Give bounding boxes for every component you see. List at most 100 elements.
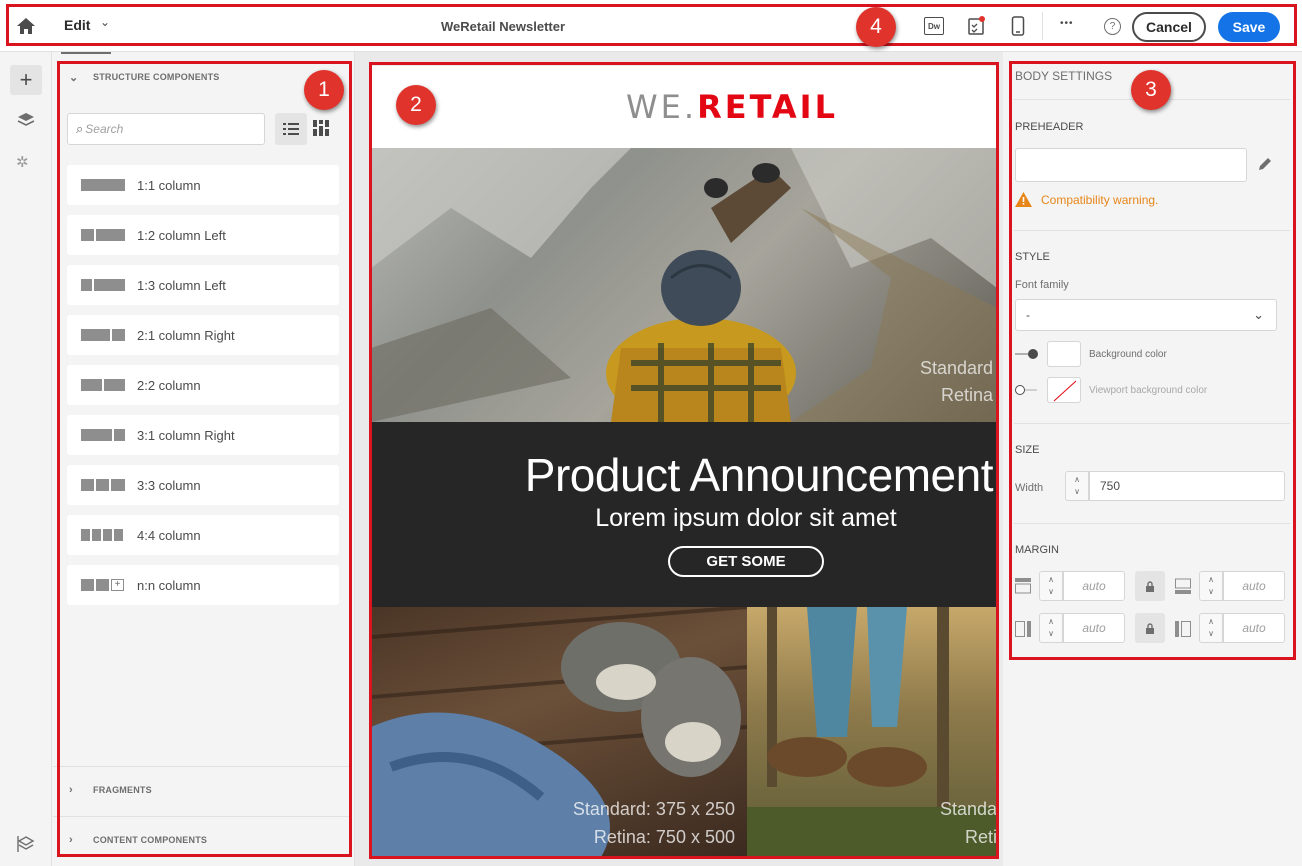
home-icon[interactable] xyxy=(14,14,38,38)
margin-top-icon xyxy=(1015,578,1031,599)
list-item[interactable]: 1:1 column xyxy=(67,165,339,205)
cta-button[interactable]: GET SOME xyxy=(668,546,824,577)
list-item[interactable]: 1:3 column Left xyxy=(67,265,339,305)
column-layout-icon xyxy=(81,429,125,441)
add-components-icon[interactable]: + xyxy=(10,65,42,95)
image-left[interactable]: Standard: 375 x 250 Retina: 750 x 500 xyxy=(371,607,747,857)
logo-retail: RETAIL xyxy=(697,88,838,126)
preheader-input[interactable] xyxy=(1015,148,1247,182)
viewport-color-label: Viewport background color xyxy=(1089,385,1208,396)
component-label: 1:2 column Left xyxy=(137,227,226,243)
image-size-text: Standard xyxy=(919,358,993,378)
divider xyxy=(1014,230,1290,231)
edit-pencil-icon[interactable] xyxy=(1257,156,1273,177)
image-size-text: Standard: 375 x 250 xyxy=(572,799,735,819)
chevron-down-icon[interactable]: ⌄ xyxy=(100,15,110,29)
content-components-header[interactable]: › CONTENT COMPONENTS xyxy=(53,816,349,862)
width-stepper[interactable]: ∧ ∨ xyxy=(1065,471,1089,501)
image-size-text: Standa xyxy=(939,799,997,819)
size-label: SIZE xyxy=(1015,444,1040,456)
background-color-toggle[interactable] xyxy=(1015,349,1038,359)
column-layout-icon xyxy=(81,179,125,191)
margin-right-input[interactable]: auto xyxy=(1223,613,1285,643)
fragments-header[interactable]: › FRAGMENTS xyxy=(53,766,349,812)
list-item[interactable]: 2:2 column xyxy=(67,365,339,405)
background-color-label: Background color xyxy=(1089,349,1167,360)
select-value: - xyxy=(1026,308,1030,322)
font-family-label: Font family xyxy=(1015,279,1069,291)
component-label: 3:1 column Right xyxy=(137,427,235,443)
column-layout-icon xyxy=(81,529,125,541)
chevron-right-icon: › xyxy=(69,833,73,846)
margin-left-input[interactable]: auto xyxy=(1063,613,1125,643)
toolbar-divider xyxy=(1042,12,1043,40)
viewport-color-swatch[interactable] xyxy=(1047,377,1081,403)
mobile-preview-icon[interactable] xyxy=(1006,14,1030,38)
layers-icon[interactable] xyxy=(16,111,36,134)
list-item[interactable]: + n:n column xyxy=(67,565,339,605)
hero-image[interactable]: Standard Retina xyxy=(371,148,997,422)
properties-panel: BODY SETTINGS PREHEADER Compatibility wa… xyxy=(1004,52,1302,866)
logo-we: WE. xyxy=(626,88,698,126)
layers-settings-icon[interactable] xyxy=(16,834,36,859)
margin-label: MARGIN xyxy=(1015,544,1059,556)
lock-icon[interactable] xyxy=(1135,613,1165,643)
search-placeholder: Search xyxy=(85,122,124,136)
list-item[interactable]: 3:3 column xyxy=(67,465,339,505)
help-icon[interactable]: ? xyxy=(1104,18,1121,35)
components-panel: ⌄ STRUCTURE COMPONENTS ⌕ Search 1:1 colu… xyxy=(53,52,355,866)
search-icon: ⌕ xyxy=(76,121,84,136)
section-label: FRAGMENTS xyxy=(93,784,152,795)
margin-bottom-stepper[interactable]: ∧ ∨ xyxy=(1199,571,1223,601)
cancel-button[interactable]: Cancel xyxy=(1132,12,1206,42)
margin-top-stepper[interactable]: ∧ ∨ xyxy=(1039,571,1063,601)
list-item[interactable]: 2:1 column Right xyxy=(67,315,339,355)
component-label: n:n column xyxy=(137,577,201,593)
list-item[interactable]: 4:4 column xyxy=(67,515,339,555)
email-canvas: WE. RETAIL Standard Retina Product Announ… xyxy=(355,52,1003,866)
assets-icon[interactable]: ✲ xyxy=(16,153,29,171)
width-input[interactable]: 750 xyxy=(1089,471,1285,501)
dreamweaver-icon[interactable]: Dw xyxy=(922,14,946,38)
image-size-text: Reti xyxy=(964,827,997,847)
section-label: STRUCTURE COMPONENTS xyxy=(93,72,220,82)
chevron-right-icon: › xyxy=(69,783,73,796)
callout-badge: 2 xyxy=(396,85,436,125)
list-item[interactable]: 3:1 column Right xyxy=(67,415,339,455)
headline: Product Announcement xyxy=(524,449,994,501)
column-layout-icon xyxy=(81,479,125,491)
margin-bottom-icon xyxy=(1175,578,1191,599)
more-options-icon[interactable]: ••• xyxy=(1060,18,1074,29)
left-rail: + ✲ xyxy=(0,52,52,866)
viewport-color-toggle[interactable] xyxy=(1015,385,1037,395)
list-view-icon[interactable] xyxy=(275,113,307,145)
margin-right-icon xyxy=(1175,621,1191,642)
panel-title: BODY SETTINGS xyxy=(1015,69,1113,83)
font-family-select[interactable]: - ⌄ xyxy=(1015,299,1277,331)
margin-left-icon xyxy=(1015,621,1031,642)
component-label: 1:3 column Left xyxy=(137,277,226,293)
email-header[interactable]: WE. RETAIL xyxy=(371,66,997,148)
component-label: 3:3 column xyxy=(137,477,201,493)
margin-right-stepper[interactable]: ∧ ∨ xyxy=(1199,613,1223,643)
callout-badge: 4 xyxy=(856,7,896,47)
divider xyxy=(1014,523,1290,524)
list-item[interactable]: 1:2 column Left xyxy=(67,215,339,255)
compatibility-warning-text[interactable]: Compatibility warning. xyxy=(1041,193,1158,207)
margin-top-input[interactable]: auto xyxy=(1063,571,1125,601)
lock-icon[interactable] xyxy=(1135,571,1165,601)
background-color-swatch[interactable] xyxy=(1047,341,1081,367)
grid-view-icon[interactable] xyxy=(313,120,329,141)
announcement-block[interactable]: Product Announcement Lorem ipsum dolor s… xyxy=(371,422,997,607)
width-label: Width xyxy=(1015,482,1044,494)
component-label: 2:1 column Right xyxy=(137,327,235,343)
margin-left-stepper[interactable]: ∧ ∨ xyxy=(1039,613,1063,643)
chevron-down-icon: ⌄ xyxy=(1253,307,1264,322)
component-label: 1:1 column xyxy=(137,177,201,193)
margin-bottom-input[interactable]: auto xyxy=(1223,571,1285,601)
mode-menu-label[interactable]: Edit xyxy=(64,17,90,33)
checklist-icon[interactable] xyxy=(964,14,988,38)
save-button[interactable]: Save xyxy=(1218,12,1280,42)
search-input[interactable]: ⌕ Search xyxy=(67,113,265,145)
image-right[interactable]: Standa Reti xyxy=(747,607,997,857)
